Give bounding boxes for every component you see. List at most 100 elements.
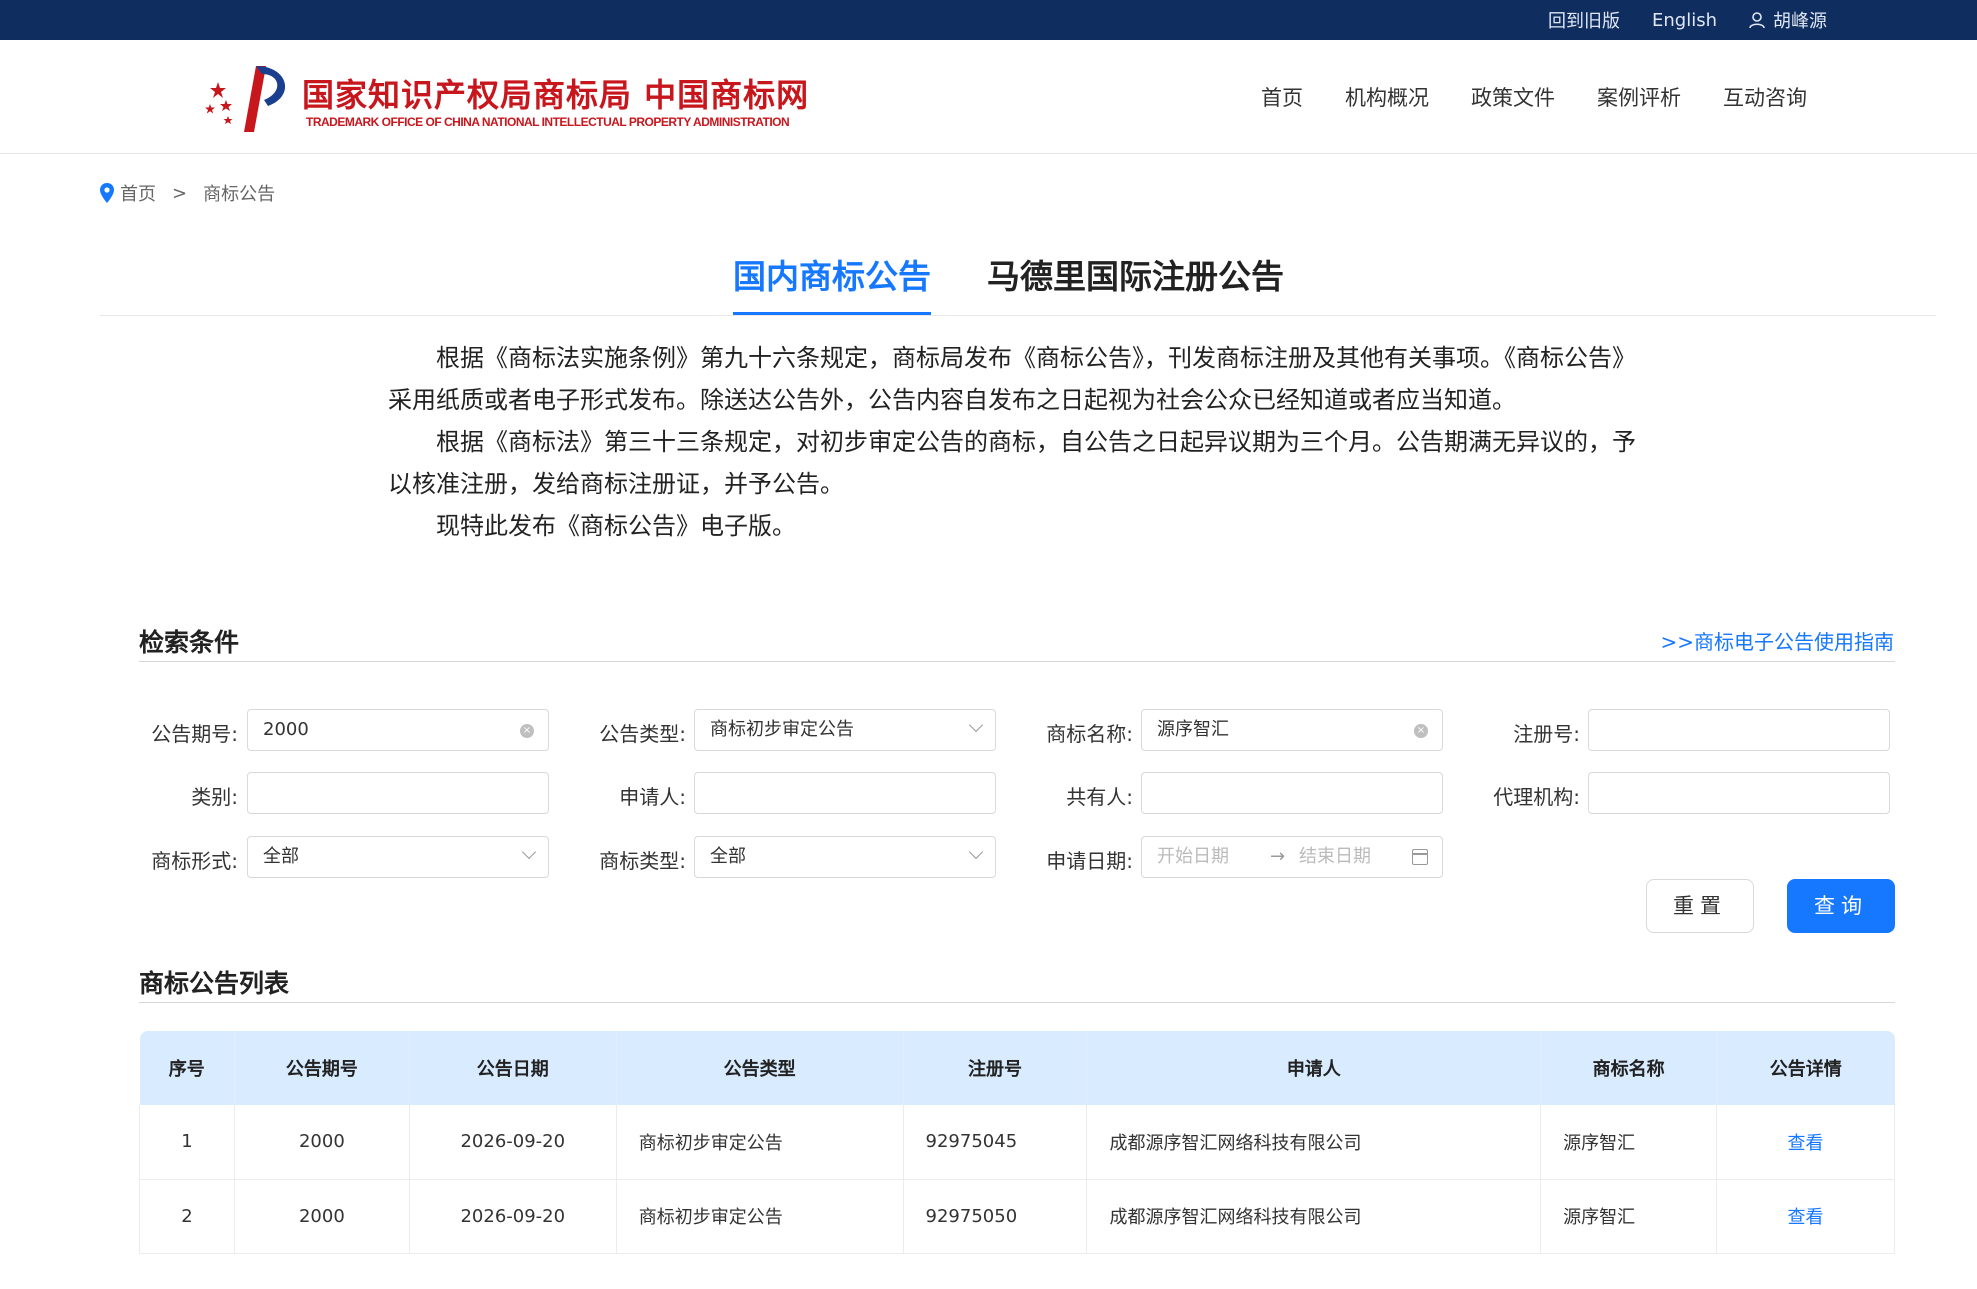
apply-date-label: 申请日期: xyxy=(1046,849,1133,873)
cell-type: 商标初步审定公告 xyxy=(616,1105,904,1180)
cell-mark-name: 源序智汇 xyxy=(1540,1105,1718,1180)
cell-reg-no: 92975050 xyxy=(903,1179,1088,1254)
usage-guide-link[interactable]: >>商标电子公告使用指南 xyxy=(1660,626,1894,655)
issue-no-input[interactable]: 2000 × xyxy=(247,709,549,751)
nav-item-about[interactable]: 机构概况 xyxy=(1345,82,1429,112)
cell-type: 商标初步审定公告 xyxy=(616,1179,904,1254)
cell-applicant: 成都源序智汇网络科技有限公司 xyxy=(1086,1179,1542,1254)
nav-item-policy[interactable]: 政策文件 xyxy=(1471,82,1555,112)
table-header-row: 序号 公告期号 公告日期 公告类型 注册号 申请人 商标名称 公告详情 xyxy=(139,1031,1895,1105)
breadcrumb: 首页 > 商标公告 xyxy=(100,180,275,206)
mark-type-label: 商标类型: xyxy=(599,849,686,873)
username: 胡峰源 xyxy=(1773,11,1827,32)
apply-date-range-picker[interactable]: 开始日期 → 结束日期 xyxy=(1141,836,1443,878)
tab-domestic[interactable]: 国内商标公告 xyxy=(733,250,931,315)
top-bar: 回到旧版 English 胡峰源 xyxy=(0,0,1977,40)
chevron-down-icon xyxy=(968,717,984,733)
column-header: 公告详情 xyxy=(1716,1031,1895,1105)
tab-madrid[interactable]: 马德里国际注册公告 xyxy=(987,250,1284,315)
mark-form-label: 商标形式: xyxy=(151,849,238,873)
search-button[interactable]: 查询 xyxy=(1787,879,1895,933)
column-header: 申请人 xyxy=(1086,1031,1542,1105)
list-divider xyxy=(139,1002,1895,1003)
type-select[interactable]: 商标初步审定公告 xyxy=(694,709,996,751)
view-detail-link[interactable]: 查看 xyxy=(1716,1105,1895,1180)
mark-name-label: 商标名称: xyxy=(1046,722,1133,746)
end-date-placeholder: 结束日期 xyxy=(1299,846,1371,867)
intro-paragraph-3: 现特此发布《商标公告》电子版。 xyxy=(436,512,796,540)
announcement-table: 序号 公告期号 公告日期 公告类型 注册号 申请人 商标名称 公告详情 1 20… xyxy=(139,1031,1895,1254)
class-input[interactable] xyxy=(247,772,549,814)
column-header: 注册号 xyxy=(903,1031,1088,1105)
nav-item-consult[interactable]: 互动咨询 xyxy=(1723,82,1807,112)
type-value: 商标初步审定公告 xyxy=(710,719,854,740)
user-menu[interactable]: 胡峰源 xyxy=(1749,7,1827,33)
applicant-label: 申请人: xyxy=(619,785,686,809)
issue-no-label: 公告期号: xyxy=(151,722,238,746)
view-detail-link[interactable]: 查看 xyxy=(1716,1179,1895,1254)
table-row: 1 2000 2026-09-20 商标初步审定公告 92975045 成都源序… xyxy=(139,1105,1895,1180)
reg-no-label: 注册号: xyxy=(1513,722,1580,746)
intro-paragraph-2: 根据《商标法》第三十三条规定，对初步审定公告的商标，自公告之日起异议期为三个月。… xyxy=(388,428,1636,498)
user-icon xyxy=(1749,11,1765,28)
co-owner-label: 共有人: xyxy=(1066,785,1133,809)
agency-label: 代理机构: xyxy=(1493,785,1580,809)
intro-text: 根据《商标法实施条例》第九十六条规定，商标局发布《商标公告》，刊发商标注册及其他… xyxy=(388,337,1638,547)
column-header: 公告日期 xyxy=(409,1031,617,1105)
cell-date: 2026-09-20 xyxy=(409,1105,617,1180)
announcement-tabs: 国内商标公告 马德里国际注册公告 xyxy=(100,240,1936,316)
column-header: 公告期号 xyxy=(234,1031,410,1105)
top-links: 回到旧版 English 胡峰源 xyxy=(1548,0,1827,40)
applicant-input[interactable] xyxy=(694,772,996,814)
nav-item-cases[interactable]: 案例评析 xyxy=(1597,82,1681,112)
chevron-down-icon xyxy=(968,844,984,860)
breadcrumb-separator: > xyxy=(172,182,188,204)
logo-emblem-icon xyxy=(205,66,286,132)
type-label: 公告类型: xyxy=(599,722,686,746)
cell-applicant: 成都源序智汇网络科技有限公司 xyxy=(1086,1105,1542,1180)
arrow-right-icon: → xyxy=(1270,846,1286,867)
chevron-down-icon xyxy=(521,844,537,860)
search-title: 检索条件 xyxy=(139,628,240,657)
column-header: 商标名称 xyxy=(1540,1031,1718,1105)
reset-button[interactable]: 重置 xyxy=(1646,879,1754,933)
english-link[interactable]: English xyxy=(1652,10,1717,31)
cell-index: 2 xyxy=(139,1179,235,1254)
table-row: 2 2000 2026-09-20 商标初步审定公告 92975050 成都源序… xyxy=(139,1179,1895,1254)
column-header: 序号 xyxy=(139,1031,235,1105)
mark-type-value: 全部 xyxy=(710,846,746,867)
list-title: 商标公告列表 xyxy=(139,969,290,998)
reg-no-input[interactable] xyxy=(1588,709,1890,751)
cell-date: 2026-09-20 xyxy=(409,1179,617,1254)
calendar-icon xyxy=(1412,849,1428,865)
cell-index: 1 xyxy=(139,1105,235,1180)
clear-icon[interactable]: × xyxy=(520,724,534,738)
location-pin-icon xyxy=(100,183,114,203)
old-version-link[interactable]: 回到旧版 xyxy=(1548,7,1620,33)
co-owner-input[interactable] xyxy=(1141,772,1443,814)
agency-input[interactable] xyxy=(1588,772,1890,814)
intro-paragraph-1: 根据《商标法实施条例》第九十六条规定，商标局发布《商标公告》，刊发商标注册及其他… xyxy=(388,344,1636,414)
logo-title: 国家知识产权局商标局 中国商标网 xyxy=(302,76,810,114)
nav-item-home[interactable]: 首页 xyxy=(1261,82,1303,112)
mark-name-input[interactable]: 源序智汇 × xyxy=(1141,709,1443,751)
breadcrumb-home[interactable]: 首页 xyxy=(120,180,156,206)
logo-subtitle: TRADEMARK OFFICE OF CHINA NATIONAL INTEL… xyxy=(306,115,790,129)
cell-reg-no: 92975045 xyxy=(903,1105,1088,1180)
clear-icon[interactable]: × xyxy=(1414,724,1428,738)
cell-issue-no: 2000 xyxy=(234,1105,410,1180)
site-logo[interactable]: 国家知识产权局商标局 中国商标网 TRADEMARK OFFICE OF CHI… xyxy=(204,62,844,134)
class-label: 类别: xyxy=(191,785,238,809)
site-header: 国家知识产权局商标局 中国商标网 TRADEMARK OFFICE OF CHI… xyxy=(0,40,1977,154)
mark-type-select[interactable]: 全部 xyxy=(694,836,996,878)
start-date-placeholder: 开始日期 xyxy=(1157,846,1229,867)
cell-issue-no: 2000 xyxy=(234,1179,410,1254)
mark-form-value: 全部 xyxy=(263,846,299,867)
column-header: 公告类型 xyxy=(616,1031,904,1105)
breadcrumb-current: 商标公告 xyxy=(203,184,276,205)
issue-no-value: 2000 xyxy=(263,719,309,740)
cell-mark-name: 源序智汇 xyxy=(1540,1179,1718,1254)
mark-name-value: 源序智汇 xyxy=(1157,719,1229,740)
search-divider xyxy=(139,661,1895,662)
mark-form-select[interactable]: 全部 xyxy=(247,836,549,878)
